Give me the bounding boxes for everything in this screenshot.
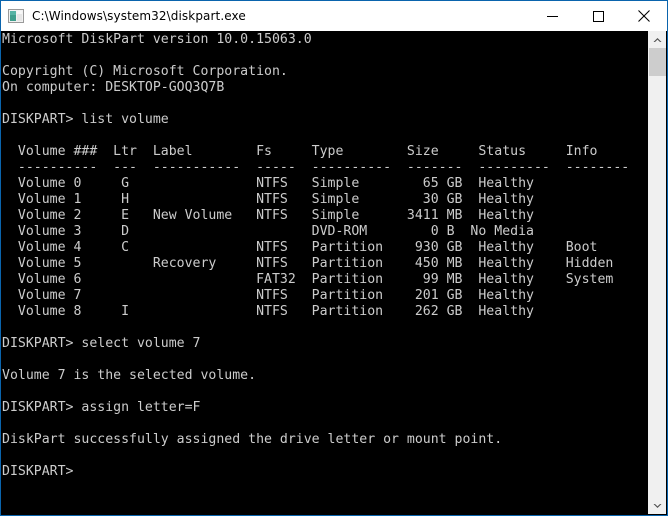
minimize-button[interactable] (529, 1, 575, 31)
minimize-icon (547, 11, 558, 22)
scrollbar-track[interactable] (649, 48, 666, 497)
diskpart-window: C:\Windows\system32\diskpart.exe Micro (0, 0, 668, 516)
console-window-icon (8, 8, 24, 24)
chevron-down-icon (653, 503, 662, 509)
window-title: C:\Windows\system32\diskpart.exe (32, 9, 246, 23)
close-icon (638, 10, 650, 22)
window-controls (529, 1, 667, 31)
scrollbar-up-button[interactable] (649, 31, 666, 48)
scrollbar-down-button[interactable] (649, 497, 666, 514)
maximize-icon (593, 11, 604, 22)
title-bar[interactable]: C:\Windows\system32\diskpart.exe (1, 1, 667, 31)
maximize-button[interactable] (575, 1, 621, 31)
console-scrollbar[interactable] (648, 31, 666, 514)
scrollbar-thumb[interactable] (649, 48, 666, 76)
console-text: Microsoft DiskPart version 10.0.15063.0 … (2, 32, 629, 480)
console-output-area[interactable]: Microsoft DiskPart version 10.0.15063.0 … (1, 31, 667, 515)
close-button[interactable] (621, 1, 667, 31)
chevron-up-icon (653, 37, 662, 43)
